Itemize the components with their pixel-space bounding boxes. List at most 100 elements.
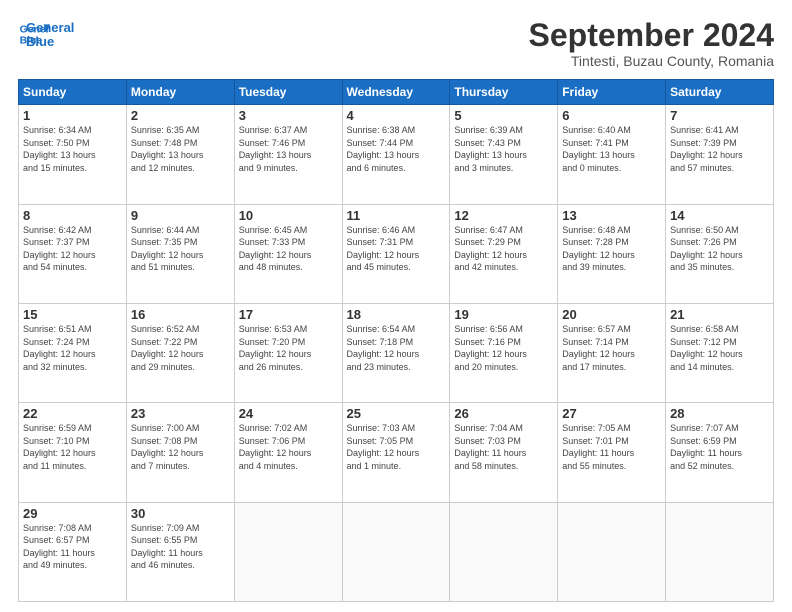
col-header-monday: Monday: [126, 80, 234, 105]
day-cell: 12Sunrise: 6:47 AM Sunset: 7:29 PM Dayli…: [450, 204, 558, 303]
page: General Blue General Blue September 2024…: [0, 0, 792, 612]
day-info: Sunrise: 6:40 AM Sunset: 7:41 PM Dayligh…: [562, 124, 661, 174]
day-info: Sunrise: 6:58 AM Sunset: 7:12 PM Dayligh…: [670, 323, 769, 373]
day-number: 13: [562, 208, 661, 223]
day-number: 27: [562, 406, 661, 421]
day-info: Sunrise: 7:07 AM Sunset: 6:59 PM Dayligh…: [670, 422, 769, 472]
header-row: SundayMondayTuesdayWednesdayThursdayFrid…: [19, 80, 774, 105]
day-number: 20: [562, 307, 661, 322]
col-header-friday: Friday: [558, 80, 666, 105]
logo-line2: Blue: [26, 35, 74, 49]
day-number: 29: [23, 506, 122, 521]
day-cell: 14Sunrise: 6:50 AM Sunset: 7:26 PM Dayli…: [666, 204, 774, 303]
col-header-thursday: Thursday: [450, 80, 558, 105]
day-number: 6: [562, 108, 661, 123]
day-cell: 1Sunrise: 6:34 AM Sunset: 7:50 PM Daylig…: [19, 105, 127, 204]
day-info: Sunrise: 6:44 AM Sunset: 7:35 PM Dayligh…: [131, 224, 230, 274]
day-cell: 30Sunrise: 7:09 AM Sunset: 6:55 PM Dayli…: [126, 502, 234, 601]
day-cell: 10Sunrise: 6:45 AM Sunset: 7:33 PM Dayli…: [234, 204, 342, 303]
day-cell: 28Sunrise: 7:07 AM Sunset: 6:59 PM Dayli…: [666, 403, 774, 502]
col-header-saturday: Saturday: [666, 80, 774, 105]
day-number: 22: [23, 406, 122, 421]
day-number: 7: [670, 108, 769, 123]
day-number: 17: [239, 307, 338, 322]
day-number: 3: [239, 108, 338, 123]
day-number: 11: [347, 208, 446, 223]
day-cell: 25Sunrise: 7:03 AM Sunset: 7:05 PM Dayli…: [342, 403, 450, 502]
day-info: Sunrise: 7:09 AM Sunset: 6:55 PM Dayligh…: [131, 522, 230, 572]
day-number: 1: [23, 108, 122, 123]
day-info: Sunrise: 6:45 AM Sunset: 7:33 PM Dayligh…: [239, 224, 338, 274]
day-cell: [558, 502, 666, 601]
day-number: 23: [131, 406, 230, 421]
week-row-3: 15Sunrise: 6:51 AM Sunset: 7:24 PM Dayli…: [19, 303, 774, 402]
day-cell: 4Sunrise: 6:38 AM Sunset: 7:44 PM Daylig…: [342, 105, 450, 204]
day-cell: 26Sunrise: 7:04 AM Sunset: 7:03 PM Dayli…: [450, 403, 558, 502]
day-cell: 27Sunrise: 7:05 AM Sunset: 7:01 PM Dayli…: [558, 403, 666, 502]
header: General Blue General Blue September 2024…: [18, 18, 774, 69]
day-info: Sunrise: 6:53 AM Sunset: 7:20 PM Dayligh…: [239, 323, 338, 373]
day-number: 25: [347, 406, 446, 421]
day-number: 10: [239, 208, 338, 223]
day-cell: 22Sunrise: 6:59 AM Sunset: 7:10 PM Dayli…: [19, 403, 127, 502]
day-cell: 29Sunrise: 7:08 AM Sunset: 6:57 PM Dayli…: [19, 502, 127, 601]
week-row-1: 1Sunrise: 6:34 AM Sunset: 7:50 PM Daylig…: [19, 105, 774, 204]
day-cell: 13Sunrise: 6:48 AM Sunset: 7:28 PM Dayli…: [558, 204, 666, 303]
day-number: 8: [23, 208, 122, 223]
day-cell: [666, 502, 774, 601]
day-info: Sunrise: 7:04 AM Sunset: 7:03 PM Dayligh…: [454, 422, 553, 472]
logo-line1: General: [26, 21, 74, 35]
day-number: 15: [23, 307, 122, 322]
day-number: 2: [131, 108, 230, 123]
day-number: 16: [131, 307, 230, 322]
col-header-tuesday: Tuesday: [234, 80, 342, 105]
day-number: 14: [670, 208, 769, 223]
day-info: Sunrise: 6:41 AM Sunset: 7:39 PM Dayligh…: [670, 124, 769, 174]
day-info: Sunrise: 6:54 AM Sunset: 7:18 PM Dayligh…: [347, 323, 446, 373]
day-info: Sunrise: 6:57 AM Sunset: 7:14 PM Dayligh…: [562, 323, 661, 373]
day-cell: 17Sunrise: 6:53 AM Sunset: 7:20 PM Dayli…: [234, 303, 342, 402]
main-title: September 2024: [529, 18, 774, 53]
day-number: 26: [454, 406, 553, 421]
day-cell: 7Sunrise: 6:41 AM Sunset: 7:39 PM Daylig…: [666, 105, 774, 204]
day-info: Sunrise: 6:47 AM Sunset: 7:29 PM Dayligh…: [454, 224, 553, 274]
week-row-5: 29Sunrise: 7:08 AM Sunset: 6:57 PM Dayli…: [19, 502, 774, 601]
day-cell: 23Sunrise: 7:00 AM Sunset: 7:08 PM Dayli…: [126, 403, 234, 502]
logo: General Blue General Blue: [18, 18, 74, 50]
day-number: 19: [454, 307, 553, 322]
day-cell: 21Sunrise: 6:58 AM Sunset: 7:12 PM Dayli…: [666, 303, 774, 402]
day-cell: 15Sunrise: 6:51 AM Sunset: 7:24 PM Dayli…: [19, 303, 127, 402]
day-info: Sunrise: 6:51 AM Sunset: 7:24 PM Dayligh…: [23, 323, 122, 373]
subtitle: Tintesti, Buzau County, Romania: [529, 53, 774, 69]
day-cell: 16Sunrise: 6:52 AM Sunset: 7:22 PM Dayli…: [126, 303, 234, 402]
day-cell: [342, 502, 450, 601]
day-number: 18: [347, 307, 446, 322]
week-row-4: 22Sunrise: 6:59 AM Sunset: 7:10 PM Dayli…: [19, 403, 774, 502]
day-info: Sunrise: 6:35 AM Sunset: 7:48 PM Dayligh…: [131, 124, 230, 174]
day-info: Sunrise: 6:59 AM Sunset: 7:10 PM Dayligh…: [23, 422, 122, 472]
day-info: Sunrise: 6:37 AM Sunset: 7:46 PM Dayligh…: [239, 124, 338, 174]
day-number: 5: [454, 108, 553, 123]
day-cell: [234, 502, 342, 601]
day-info: Sunrise: 6:39 AM Sunset: 7:43 PM Dayligh…: [454, 124, 553, 174]
day-number: 12: [454, 208, 553, 223]
calendar: SundayMondayTuesdayWednesdayThursdayFrid…: [18, 79, 774, 602]
week-row-2: 8Sunrise: 6:42 AM Sunset: 7:37 PM Daylig…: [19, 204, 774, 303]
day-info: Sunrise: 7:03 AM Sunset: 7:05 PM Dayligh…: [347, 422, 446, 472]
day-number: 30: [131, 506, 230, 521]
day-info: Sunrise: 6:42 AM Sunset: 7:37 PM Dayligh…: [23, 224, 122, 274]
day-cell: 19Sunrise: 6:56 AM Sunset: 7:16 PM Dayli…: [450, 303, 558, 402]
day-number: 4: [347, 108, 446, 123]
day-info: Sunrise: 6:50 AM Sunset: 7:26 PM Dayligh…: [670, 224, 769, 274]
day-info: Sunrise: 6:34 AM Sunset: 7:50 PM Dayligh…: [23, 124, 122, 174]
day-info: Sunrise: 6:46 AM Sunset: 7:31 PM Dayligh…: [347, 224, 446, 274]
day-cell: 2Sunrise: 6:35 AM Sunset: 7:48 PM Daylig…: [126, 105, 234, 204]
day-number: 21: [670, 307, 769, 322]
day-info: Sunrise: 7:02 AM Sunset: 7:06 PM Dayligh…: [239, 422, 338, 472]
day-number: 24: [239, 406, 338, 421]
day-number: 28: [670, 406, 769, 421]
day-number: 9: [131, 208, 230, 223]
day-cell: 24Sunrise: 7:02 AM Sunset: 7:06 PM Dayli…: [234, 403, 342, 502]
day-info: Sunrise: 6:48 AM Sunset: 7:28 PM Dayligh…: [562, 224, 661, 274]
day-info: Sunrise: 7:08 AM Sunset: 6:57 PM Dayligh…: [23, 522, 122, 572]
